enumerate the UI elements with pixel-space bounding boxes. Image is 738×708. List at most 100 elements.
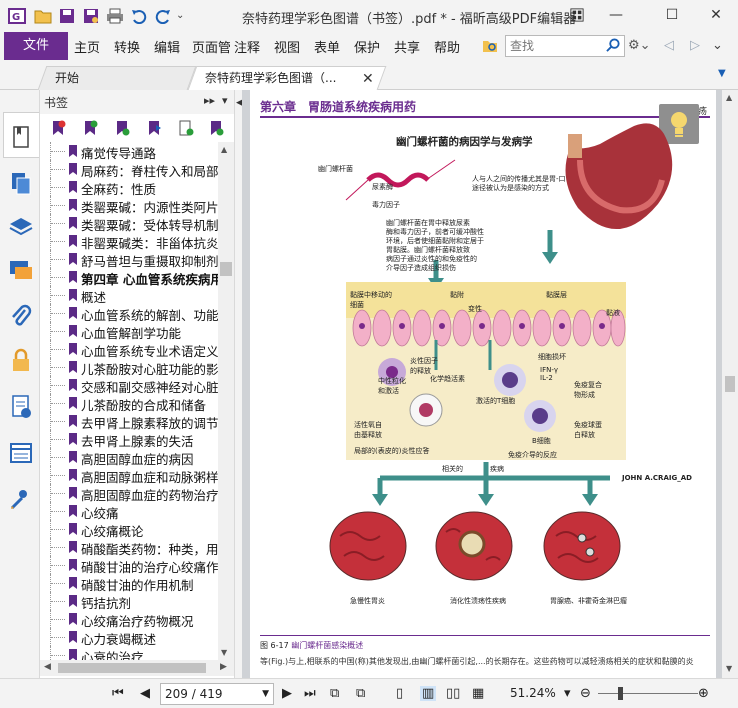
bookmark-item[interactable]: 舒马普坦与重摄取抑制剂 — [40, 250, 218, 269]
bookmark-item[interactable]: 类罂粟碱：内源性类阿片样 — [40, 196, 218, 215]
menu-home[interactable]: 主页 — [74, 37, 100, 56]
zoom-options-dropdown-icon[interactable]: ▾ — [564, 686, 571, 701]
bookmark-properties-icon[interactable] — [208, 120, 224, 136]
bookmark-item[interactable]: 高胆固醇血症的药物治疗 — [40, 484, 218, 503]
collapse-ribbon-icon[interactable]: ⌄ — [712, 38, 723, 53]
bookmark-item[interactable]: 交感和副交感神经对心脏功 — [40, 376, 218, 395]
delete-bookmark-icon[interactable] — [50, 120, 66, 136]
tab-list-dropdown-icon[interactable]: ▼ — [718, 68, 726, 79]
previous-view-icon[interactable]: ⧉ — [330, 686, 339, 701]
bookmark-item[interactable]: 钙拮抗剂 — [40, 592, 218, 611]
single-page-view-icon[interactable]: ▯ — [396, 686, 403, 701]
comments-icon[interactable] — [8, 258, 34, 284]
bookmark-item[interactable]: 心绞痛治疗药物概况 — [40, 610, 218, 629]
panel-splitter[interactable]: ◀ — [234, 90, 243, 678]
bookmark-vertical-scrollbar[interactable]: ▲ ▼ — [218, 142, 234, 660]
bookmark-from-page-icon[interactable] — [178, 120, 194, 136]
bookmark-item[interactable]: 心血管系统的解剖、功能和 — [40, 304, 218, 323]
menu-comment[interactable]: 注释 — [234, 37, 260, 56]
search-icon[interactable] — [606, 38, 621, 56]
facing-view-icon[interactable]: ▯▯ — [446, 686, 460, 701]
tab-document[interactable]: 奈特药理学彩色图谱（... — [187, 66, 387, 90]
bookmark-panel-icon[interactable] — [8, 124, 34, 150]
bookmark-item[interactable]: 痛觉传导通路 — [40, 142, 218, 161]
print-icon[interactable] — [106, 8, 124, 24]
previous-page-icon[interactable]: ◀ — [140, 686, 150, 701]
security-lock-icon[interactable] — [8, 348, 34, 374]
save-as-icon[interactable] — [82, 8, 100, 24]
bookmark-item[interactable]: 高胆固醇血症和动脉粥样硬 — [40, 466, 218, 485]
menu-edit[interactable]: 编辑 — [154, 37, 180, 56]
zoom-slider-thumb[interactable] — [618, 687, 623, 700]
menu-page-management[interactable]: 页面管理 — [192, 37, 230, 56]
bookmark-item[interactable]: 非罂粟碱类：非甾体抗炎药 — [40, 232, 218, 251]
settings-gear-icon[interactable]: ⚙⌄ — [628, 38, 651, 53]
scrollbar-thumb[interactable] — [220, 262, 232, 276]
bookmark-item[interactable]: 心绞痛概论 — [40, 520, 218, 539]
scroll-left-icon[interactable]: ◀ — [44, 662, 51, 672]
bookmark-item[interactable]: 硝酸甘油的作用机制 — [40, 574, 218, 593]
ribbon-display-icon[interactable] — [562, 0, 592, 30]
zoom-in-icon[interactable]: ⊕ — [698, 686, 709, 701]
menu-protect[interactable]: 保护 — [354, 37, 380, 56]
bookmark-item[interactable]: 硝酸酯类药物：种类，用途 — [40, 538, 218, 557]
content-list-icon[interactable] — [8, 440, 34, 466]
bookmark-item[interactable]: 硝酸甘油的治疗心绞痛作用 — [40, 556, 218, 575]
bookmark-item[interactable]: 心血管系统专业术语定义 — [40, 340, 218, 359]
next-view-icon[interactable]: ⧉ — [356, 686, 365, 701]
bookmark-item[interactable]: 心力衰竭概述 — [40, 628, 218, 647]
bookmark-item[interactable]: 儿茶酚胺对心脏功能的影响 — [40, 358, 218, 377]
bookmark-item[interactable]: 心绞痛 — [40, 502, 218, 521]
scroll-up-icon[interactable]: ▲ — [726, 93, 732, 102]
bookmark-item[interactable]: 概述 — [40, 286, 218, 305]
zoom-out-icon[interactable]: ⊖ — [580, 686, 591, 701]
pages-thumbnail-icon[interactable] — [8, 170, 34, 196]
close-tab-icon[interactable]: ✕ — [362, 71, 374, 87]
search-input[interactable] — [506, 36, 601, 56]
close-button[interactable]: ✕ — [694, 0, 738, 30]
document-properties-icon[interactable] — [8, 394, 34, 420]
document-viewport[interactable]: 第六章 胃肠道系统疾病用药 消化性溃疡 幽门螺杆菌的病因学与发病学 — [242, 90, 722, 678]
document-vertical-scrollbar[interactable]: ▲ ▼ — [722, 90, 738, 678]
menu-view[interactable]: 视图 — [274, 37, 300, 56]
scrollbar-thumb[interactable] — [58, 663, 206, 673]
scroll-down-icon[interactable]: ▼ — [221, 648, 227, 657]
menu-form[interactable]: 表单 — [314, 37, 340, 56]
bookmark-item[interactable]: 去甲肾上腺素释放的调节 — [40, 412, 218, 431]
bookmark-item[interactable]: 心血管解剖学功能 — [40, 322, 218, 341]
bookmark-item[interactable]: 类罂粟碱：受体转导机制 — [40, 214, 218, 233]
previous-icon[interactable]: ◁ — [664, 38, 674, 53]
next-page-icon[interactable]: ▶ — [282, 686, 292, 701]
menu-help[interactable]: 帮助 — [434, 37, 460, 56]
app-logo-icon[interactable]: G — [8, 8, 26, 24]
redo-icon[interactable] — [154, 8, 172, 25]
continuous-view-icon[interactable]: ▥ — [420, 686, 437, 701]
file-menu-button[interactable]: 文件 — [4, 32, 68, 60]
save-icon[interactable] — [58, 8, 76, 24]
panel-expand-icon[interactable]: ▸▸ — [204, 94, 215, 107]
layers-icon[interactable] — [8, 214, 34, 240]
first-page-icon[interactable]: ⏮ — [112, 686, 124, 701]
search-field[interactable] — [505, 35, 625, 57]
bookmark-horizontal-scrollbar[interactable]: ◀ ▶ — [40, 660, 234, 676]
next-icon[interactable]: ▷ — [690, 38, 700, 53]
panel-options-dropdown-icon[interactable]: ▾ — [222, 94, 228, 107]
customize-dropdown-icon[interactable]: ⌄ — [176, 10, 194, 26]
bookmark-item[interactable]: 心衰的治疗 — [40, 646, 218, 660]
open-folder-icon[interactable] — [34, 8, 52, 24]
menu-convert[interactable]: 转换 — [114, 37, 140, 56]
bookmark-item[interactable]: 局麻药：脊柱传入和局部麻 — [40, 160, 218, 179]
attachments-icon[interactable] — [8, 304, 34, 330]
scroll-down-icon[interactable]: ▼ — [726, 664, 732, 673]
zoom-slider-track[interactable] — [598, 693, 698, 694]
search-folder-icon[interactable] — [482, 38, 498, 58]
bookmark-item[interactable]: 高胆固醇血症的病因 — [40, 448, 218, 467]
undo-icon[interactable] — [130, 8, 148, 25]
menu-share[interactable]: 共享 — [394, 37, 420, 56]
add-bookmark-icon[interactable] — [82, 120, 98, 136]
bookmark-move-icon[interactable] — [146, 120, 162, 136]
minimize-button[interactable]: — — [594, 0, 638, 30]
maximize-button[interactable]: ☐ — [650, 0, 694, 30]
bookmark-item[interactable]: 全麻药：性质 — [40, 178, 218, 197]
bookmark-item[interactable]: 儿茶酚胺的合成和储备 — [40, 394, 218, 413]
